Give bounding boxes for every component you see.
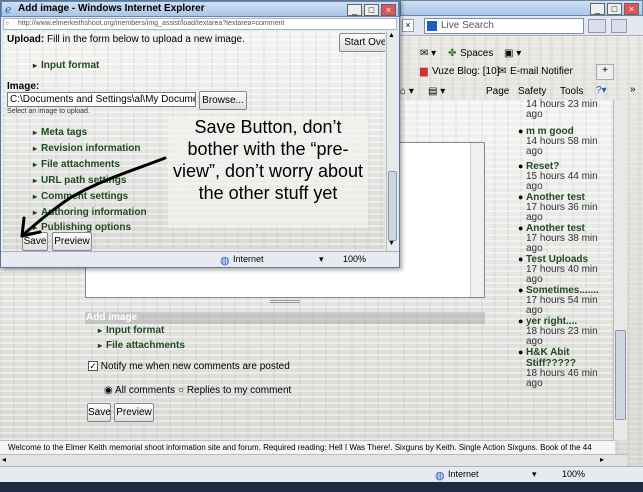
annotation-arrow	[20, 156, 167, 238]
arrow-line	[22, 156, 167, 236]
